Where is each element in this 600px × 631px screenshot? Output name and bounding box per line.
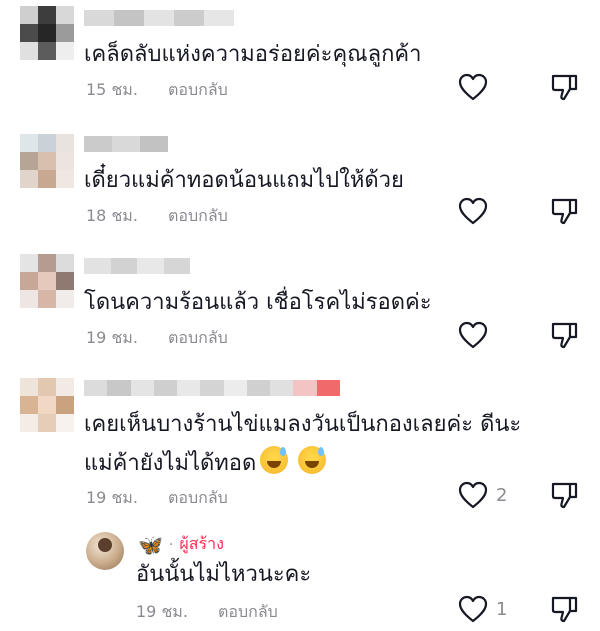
thumbs-down-icon	[551, 322, 578, 349]
thumbs-down-icon	[551, 482, 578, 509]
like-button[interactable]	[458, 321, 496, 349]
comment-time: 19 ชม.	[86, 328, 138, 347]
creator-badge: ผู้สร้าง	[179, 534, 224, 553]
comment-item: เดี๋ยวแม่ค้าทอดน้อนแถมไปให้ด้วย 18 ชม. ต…	[0, 126, 600, 246]
sweat-smile-emoji	[260, 446, 289, 474]
comment-text: เดี๋ยวแม่ค้าทอดน้อนแถมไปให้ด้วย	[84, 168, 404, 193]
dislike-button[interactable]	[550, 320, 580, 350]
reply-item: 🦋 · ผู้สร้าง อันนั้นไม่ไหวนะคะ 19 ชม. ตอ…	[0, 528, 600, 631]
reply-text: อันนั้นไม่ไหวนะคะ	[136, 562, 312, 587]
reply-button[interactable]: ตอบกลับ	[168, 326, 228, 351]
reply-button[interactable]: ตอบกลับ	[218, 600, 278, 625]
like-count: 2	[496, 484, 508, 506]
creator-name-row: 🦋 · ผู้สร้าง	[138, 532, 224, 557]
comment-item: โดนความร้อนแล้ว เชื่อโรคไม่รอดค่ะ 19 ชม.…	[0, 248, 600, 368]
like-button[interactable]: 2	[458, 481, 507, 509]
separator-dot: ·	[168, 536, 174, 553]
reply-button[interactable]: ตอบกลับ	[168, 204, 228, 229]
avatar[interactable]	[20, 6, 74, 60]
reply-button[interactable]: ตอบกลับ	[168, 78, 228, 103]
comment-text-line2: แม่ค้ายังไม่ได้ทอด	[84, 446, 327, 481]
username-blurred[interactable]	[84, 380, 340, 396]
comment-text: เคล็ดลับแห่งความอร่อยค่ะคุณลูกค้า	[84, 42, 422, 67]
heart-icon	[458, 197, 488, 225]
dislike-button[interactable]	[550, 196, 580, 226]
dislike-button[interactable]	[550, 480, 580, 510]
like-button[interactable]	[458, 197, 496, 225]
thumbs-down-icon	[551, 596, 578, 623]
like-button[interactable]	[458, 73, 496, 101]
heart-icon	[458, 321, 488, 349]
like-button[interactable]: 1	[458, 595, 507, 623]
comment-item: เคยเห็นบางร้านไข่แมลงวันเป็นกองเลยค่ะ ดี…	[0, 372, 600, 512]
thumbs-down-icon	[551, 74, 578, 101]
dislike-button[interactable]	[550, 72, 580, 102]
thumbs-down-icon	[551, 198, 578, 225]
avatar[interactable]	[20, 134, 74, 188]
heart-icon	[458, 481, 488, 509]
comment-time: 15 ชม.	[86, 80, 138, 99]
username-blurred[interactable]	[84, 136, 168, 152]
avatar[interactable]	[20, 378, 74, 432]
like-count: 1	[496, 598, 508, 620]
comment-text-line1: เคยเห็นบางร้านไข่แมลงวันเป็นกองเลยค่ะ ดี…	[84, 412, 522, 437]
username-blurred[interactable]	[84, 10, 234, 26]
butterfly-icon[interactable]: 🦋	[138, 535, 163, 555]
comment-text-line2-words: แม่ค้ายังไม่ได้ทอด	[84, 451, 257, 476]
reply-button[interactable]: ตอบกลับ	[168, 486, 228, 511]
username-blurred[interactable]	[84, 258, 190, 274]
avatar[interactable]	[20, 254, 74, 308]
reply-time: 19 ชม.	[136, 602, 188, 621]
comment-item: เคล็ดลับแห่งความอร่อยค่ะคุณลูกค้า 15 ชม.…	[0, 0, 600, 120]
dislike-button[interactable]	[550, 594, 580, 624]
comment-time: 19 ชม.	[86, 488, 138, 507]
heart-icon	[458, 595, 488, 623]
comment-time: 18 ชม.	[86, 206, 138, 225]
sweat-smile-emoji	[298, 446, 327, 474]
creator-avatar[interactable]	[86, 532, 124, 570]
comment-text: โดนความร้อนแล้ว เชื่อโรคไม่รอดค่ะ	[84, 290, 432, 315]
heart-icon	[458, 73, 488, 101]
